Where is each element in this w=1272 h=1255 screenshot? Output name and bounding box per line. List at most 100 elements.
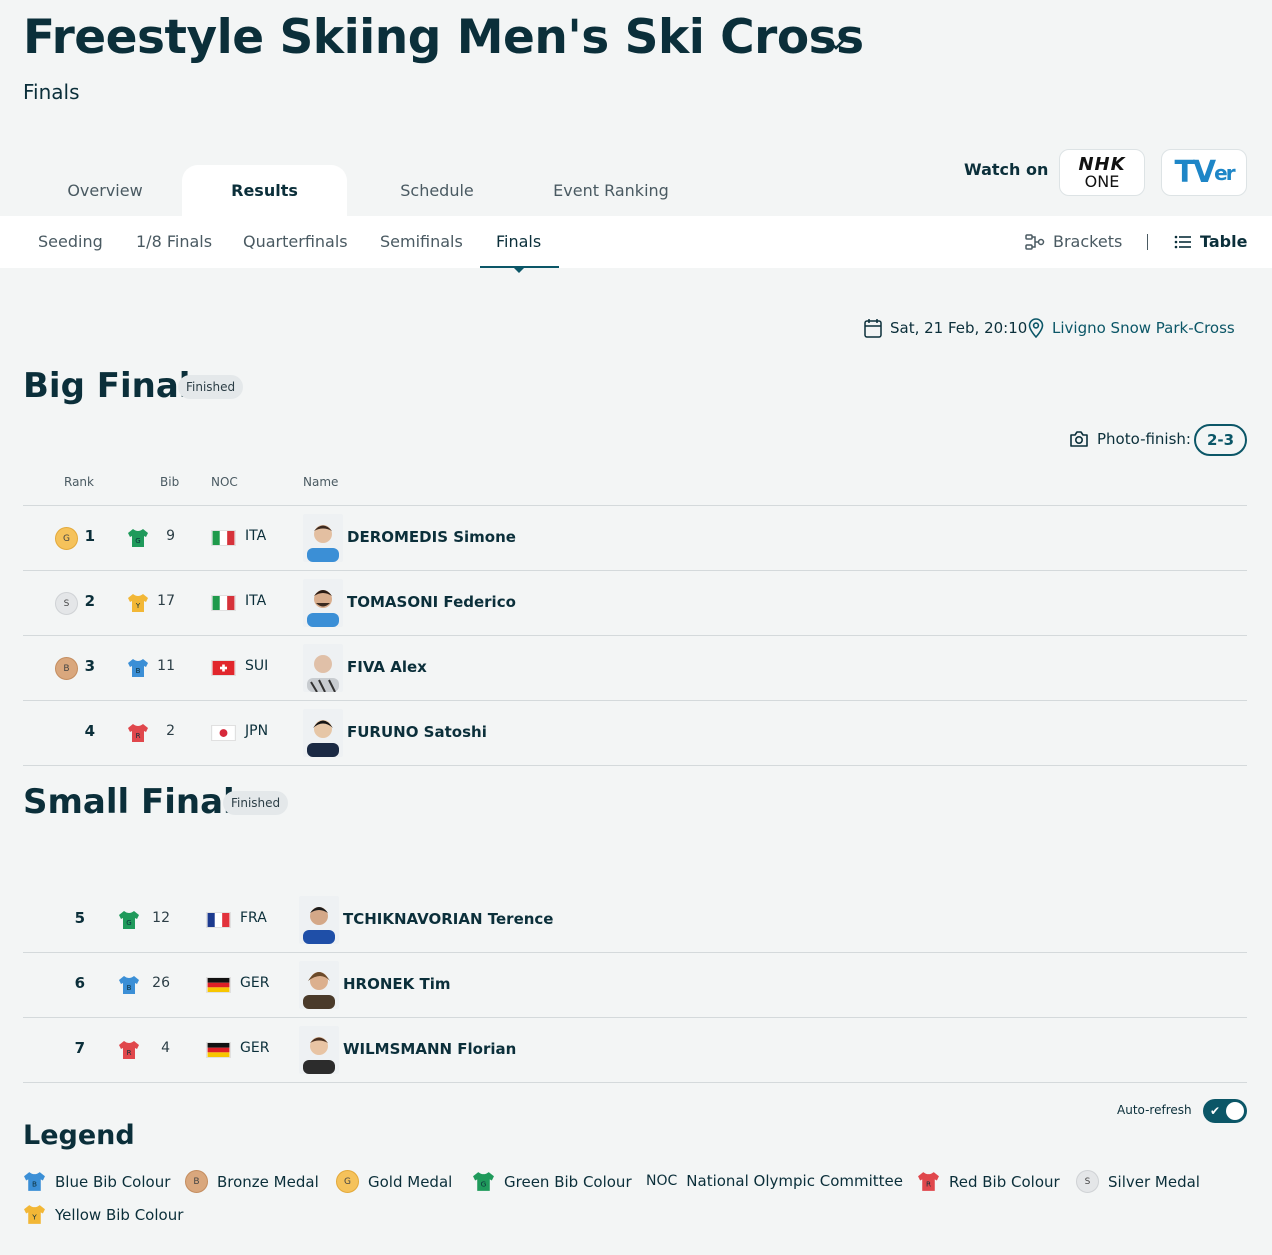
location-pin-icon — [1028, 318, 1044, 338]
legend-item: Y Yellow Bib Colour — [23, 1204, 183, 1225]
big-final-title: Big Final — [23, 366, 191, 406]
germany-flag-icon — [206, 1042, 231, 1058]
legend-item: NOC National Olympic Committee — [646, 1172, 903, 1190]
legend-item: S Silver Medal — [1076, 1170, 1200, 1193]
italy-flag-icon — [211, 530, 236, 546]
blue-bib-icon: B — [128, 659, 148, 677]
yellow-bib-icon: Y — [24, 1205, 45, 1224]
bib-letter: G — [135, 537, 140, 545]
athlete-photo — [299, 896, 339, 944]
red-bib-icon: R — [918, 1172, 939, 1191]
chevron-down-icon[interactable] — [826, 37, 846, 51]
rank-value: 6 — [74, 974, 85, 992]
nhk-logo-sub: ONE — [1084, 171, 1120, 191]
tver-logo-main: TV — [1174, 155, 1216, 190]
brackets-label: Brackets — [1053, 232, 1123, 251]
legend-label: Bronze Medal — [217, 1172, 319, 1191]
photo-finish-button[interactable]: 2-3 — [1194, 424, 1247, 456]
small-final-status-badge: Finished — [223, 791, 289, 815]
subtab-1-8-finals[interactable]: 1/8 Finals — [136, 232, 212, 251]
big-final-status-badge: Finished — [178, 375, 244, 399]
bib-letter: B — [136, 667, 141, 675]
tab-event-ranking[interactable]: Event Ranking — [527, 165, 695, 216]
athlete-photo — [299, 1026, 339, 1074]
bib-number: 11 — [157, 658, 175, 674]
blue-bib-icon: B — [24, 1172, 45, 1191]
nhk-one-button[interactable]: NHK ONE — [1059, 149, 1145, 196]
noc-code: JPN — [245, 723, 269, 739]
legend-label: National Olympic Committee — [686, 1172, 903, 1190]
legend-mark: Y — [31, 1213, 37, 1222]
athlete-name-link[interactable]: FURUNO Satoshi — [347, 723, 487, 741]
legend-label: Green Bib Colour — [504, 1172, 632, 1191]
bib-letter: R — [136, 732, 141, 740]
legend-item: B Bronze Medal — [185, 1170, 319, 1193]
athlete-photo — [303, 709, 343, 757]
athlete-name-link[interactable]: WILMSMANN Florian — [343, 1040, 516, 1058]
noc-code: SUI — [245, 658, 269, 674]
column-header-name: Name — [303, 475, 339, 489]
germany-flag-icon — [206, 977, 231, 993]
subtab-quarterfinals[interactable]: Quarterfinals — [243, 232, 348, 251]
legend-mark: B — [32, 1180, 37, 1189]
noc-code: ITA — [245, 528, 267, 544]
table-row: 4 R 2 JPN FURUNO Satoshi — [23, 701, 1247, 765]
calendar-icon — [864, 319, 882, 338]
noc-code: ITA — [245, 593, 267, 609]
round-tabs-bar: Seeding 1/8 Finals Quarterfinals Semifin… — [0, 216, 1272, 273]
bib-number: 17 — [157, 593, 175, 609]
legend-label: Gold Medal — [368, 1172, 453, 1191]
athlete-photo — [303, 579, 343, 627]
event-date: Sat, 21 Feb, 20:10 — [864, 318, 1027, 338]
tver-logo-tail: er — [1214, 160, 1235, 185]
photo-finish-text: Photo-finish: — [1097, 430, 1191, 448]
table-row: B 3 B 11 SUI FIVA Alex — [23, 636, 1247, 700]
blue-bib-icon: B — [119, 976, 139, 994]
green-bib-icon: G — [473, 1172, 494, 1191]
japan-flag-icon — [211, 725, 236, 741]
brackets-icon — [1025, 233, 1045, 250]
table-view-button[interactable]: Table — [1174, 232, 1247, 251]
tab-results[interactable]: Results — [182, 165, 347, 216]
table-divider — [23, 765, 1247, 766]
legend-label: Yellow Bib Colour — [55, 1205, 184, 1224]
page-subtitle: Finals — [23, 80, 80, 104]
legend-title: Legend — [23, 1120, 135, 1151]
tab-overview[interactable]: Overview — [28, 165, 182, 216]
auto-refresh-label: Auto-refresh — [1117, 1103, 1192, 1117]
brackets-view-button[interactable]: Brackets — [1025, 232, 1122, 251]
legend-item: R Red Bib Colour — [917, 1171, 1060, 1192]
table-row: S 2 Y 17 ITA TOMASONI Federico — [23, 571, 1247, 635]
rank-value: 7 — [74, 1039, 85, 1057]
athlete-photo — [299, 961, 339, 1009]
bib-number: 4 — [161, 1040, 170, 1056]
bronze-medal-icon: B — [185, 1170, 208, 1193]
legend-item: G Gold Medal — [336, 1170, 452, 1193]
event-venue-text: Livigno Snow Park-Cross — [1052, 319, 1235, 337]
tab-schedule[interactable]: Schedule — [347, 165, 527, 216]
table-divider — [23, 1082, 1247, 1083]
switzerland-flag-icon — [211, 660, 236, 676]
bib-number: 9 — [166, 528, 175, 544]
athlete-name-link[interactable]: HRONEK Tim — [343, 975, 451, 993]
rank-value: 2 — [84, 592, 95, 610]
athlete-name-link[interactable]: DEROMEDIS Simone — [347, 528, 516, 546]
subtab-semifinals[interactable]: Semifinals — [380, 232, 463, 251]
bib-letter: G — [126, 919, 131, 927]
event-venue-link[interactable]: Livigno Snow Park-Cross — [1028, 318, 1235, 338]
bib-letter: R — [127, 1049, 132, 1057]
bib-letter: B — [127, 984, 132, 992]
subtab-finals[interactable]: Finals — [496, 232, 541, 251]
legend-mark: G — [481, 1180, 487, 1189]
tver-button[interactable]: TV er — [1161, 149, 1247, 196]
athlete-name-link[interactable]: FIVA Alex — [347, 658, 427, 676]
gold-medal-icon: G — [336, 1170, 359, 1193]
rank-value: 3 — [84, 657, 95, 675]
athlete-name-link[interactable]: TOMASONI Federico — [347, 593, 516, 611]
subtab-seeding[interactable]: Seeding — [38, 232, 103, 251]
auto-refresh-toggle[interactable]: ✔ — [1203, 1099, 1247, 1123]
athlete-name-link[interactable]: TCHIKNAVORIAN Terence — [343, 910, 553, 928]
table-label: Table — [1200, 232, 1248, 251]
column-header-bib: Bib — [160, 475, 180, 489]
list-icon — [1174, 235, 1191, 248]
